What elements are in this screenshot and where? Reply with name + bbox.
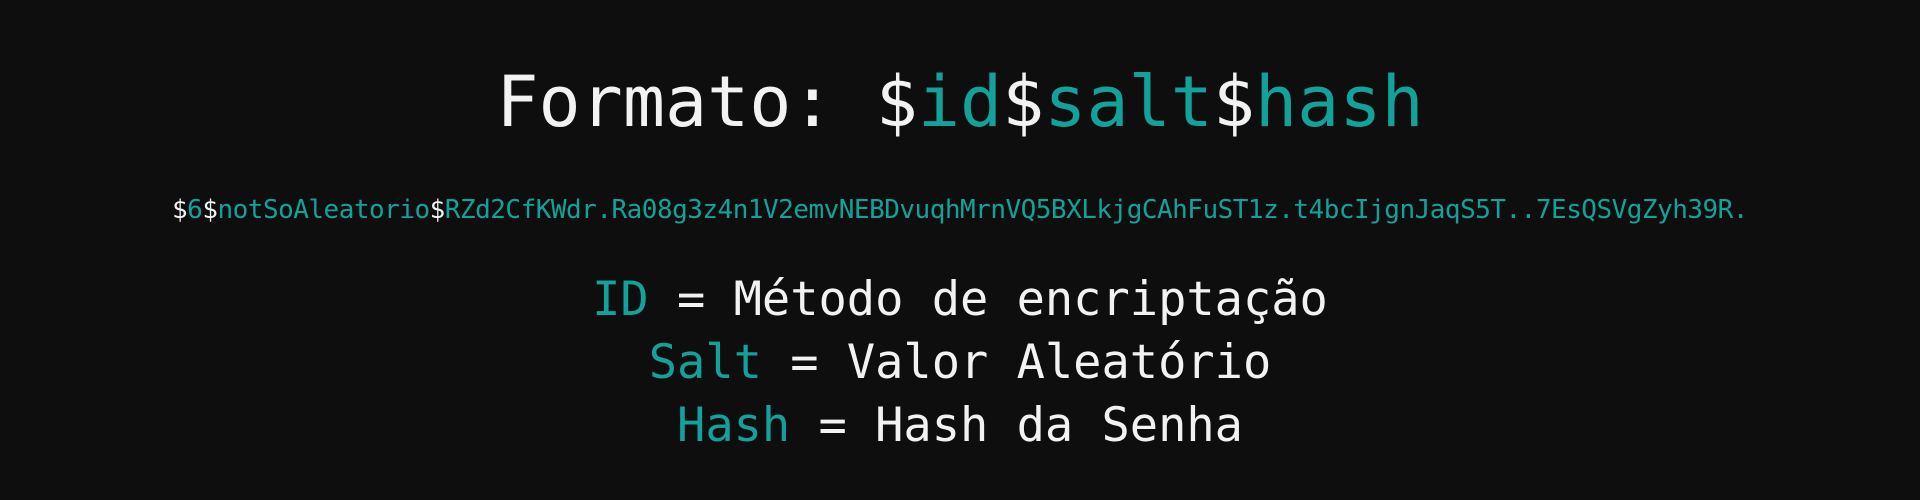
definition-meaning: Hash da Senha	[875, 398, 1243, 453]
example-separator: $	[202, 195, 218, 225]
definition-id: ID = Método de encriptação	[0, 268, 1920, 331]
example-salt: notSoAleatorio	[217, 195, 430, 225]
definition-term: ID	[592, 272, 649, 327]
example-separator: $	[429, 195, 446, 225]
title-prefix: Formato:	[496, 61, 876, 143]
title-separator: $	[1002, 61, 1045, 143]
definition-equals: =	[761, 335, 847, 390]
title-id-token: id	[917, 61, 1003, 143]
definition-hash: Hash = Hash da Senha	[0, 394, 1920, 457]
title-hash-token: hash	[1255, 61, 1424, 143]
example-hash: RZd2CfKWdr.Ra08g3z4n1V2emvNEBDvuqhMrnVQ5…	[444, 195, 1749, 225]
title-salt-token: salt	[1044, 61, 1213, 143]
definition-term: Hash	[677, 398, 791, 453]
definition-meaning: Valor Aleatório	[846, 335, 1272, 390]
title-separator: $	[1212, 61, 1256, 143]
definition-meaning: Método de encriptação	[733, 272, 1328, 327]
definition-term: Salt	[648, 335, 762, 390]
format-title: Formato: $id$salt$hash	[0, 62, 1920, 142]
example-hash-string: $6$notSoAleatorio$RZd2CfKWdr.Ra08g3z4n1V…	[0, 193, 1920, 227]
example-separator: $	[172, 195, 188, 225]
definition-equals: =	[790, 398, 876, 453]
example-id: 6	[187, 195, 203, 225]
definitions-list: ID = Método de encriptação Salt = Valor …	[0, 268, 1920, 457]
title-separator: $	[875, 61, 918, 143]
definition-salt: Salt = Valor Aleatório	[0, 331, 1920, 394]
definition-equals: =	[648, 272, 734, 327]
